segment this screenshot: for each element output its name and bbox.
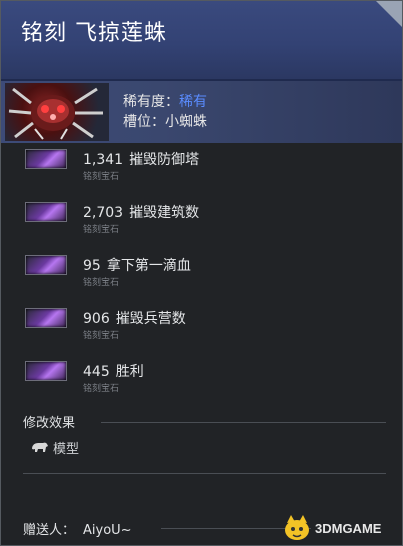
gem-row: 1,341 摧毁防御塔 铭刻宝石: [1, 147, 402, 200]
gem-name: 摧毁建筑数: [129, 205, 200, 221]
inscribed-gem-icon: [25, 149, 67, 169]
modifier-item: 模型: [31, 438, 79, 457]
gem-count: 2,703: [83, 205, 124, 221]
gifter-label: 赠送人：: [23, 523, 76, 538]
section-divider: [101, 422, 386, 423]
gem-count: 906: [83, 311, 110, 327]
item-title: 铭刻 飞掠莲蛛: [21, 21, 167, 46]
gem-name: 摧毁兵营数: [115, 311, 186, 327]
item-info-row: 稀有度：稀有 槽位：小蜘蛛: [1, 81, 402, 143]
modifiers-heading: 修改效果: [23, 416, 76, 431]
rarity-value: 稀有: [179, 94, 207, 110]
gem-name: 拿下第一滴血: [106, 258, 191, 274]
gem-count: 445: [83, 364, 110, 380]
footer-divider: [23, 473, 386, 474]
tooltip-header: 铭刻 飞掠莲蛛: [1, 1, 402, 81]
rarity-row: 稀有度：稀有: [123, 91, 207, 111]
mascot-logo-icon: [285, 515, 309, 540]
header-corner-decoration: [376, 1, 402, 27]
gem-count: 1,341: [83, 152, 124, 168]
gifter-row: 赠送人： AiyoU~: [23, 519, 132, 538]
inscribed-gem-icon: [25, 202, 67, 222]
gem-name: 胜利: [115, 364, 144, 380]
inscribed-gem-icon: [25, 361, 67, 381]
gem-row: 906 摧毁兵营数 铭刻宝石: [1, 306, 402, 359]
item-image: [5, 83, 109, 141]
slot-label: 槽位：: [123, 114, 165, 130]
site-watermark: 3DMGAME: [281, 513, 399, 543]
gem-type: 铭刻宝石: [83, 384, 120, 394]
gem-type: 铭刻宝石: [83, 278, 120, 288]
gem-count: 95: [83, 258, 101, 274]
spider-icon: [8, 87, 103, 140]
inscribed-gem-icon: [25, 255, 67, 275]
bear-icon: [31, 441, 53, 457]
rarity-label: 稀有度：: [123, 94, 179, 110]
gem-name: 摧毁防御塔: [129, 152, 200, 168]
gem-row: 95 拿下第一滴血 铭刻宝石: [1, 253, 402, 306]
gem-type: 铭刻宝石: [83, 172, 120, 182]
slot-value: 小蜘蛛: [165, 114, 207, 130]
watermark-text: 3DMGAME: [315, 521, 382, 536]
modifier-label: 模型: [53, 442, 80, 457]
inscribed-gem-icon: [25, 308, 67, 328]
gifter-name: AiyoU~: [83, 523, 132, 538]
gem-row: 2,703 摧毁建筑数 铭刻宝石: [1, 200, 402, 253]
gem-type: 铭刻宝石: [83, 331, 120, 341]
gem-list: 1,341 摧毁防御塔 铭刻宝石 2,703 摧毁建筑数 铭刻宝石 95 拿下第一滴血…: [1, 147, 402, 412]
slot-row: 槽位：小蜘蛛: [123, 111, 207, 131]
gem-row: 445 胜利 铭刻宝石: [1, 359, 402, 412]
item-tooltip: 铭刻 飞掠莲蛛 稀有度：稀有 槽位：小蜘蛛 1,341 摧毁防御塔 铭刻宝石 2…: [0, 0, 403, 546]
gem-type: 铭刻宝石: [83, 225, 120, 235]
